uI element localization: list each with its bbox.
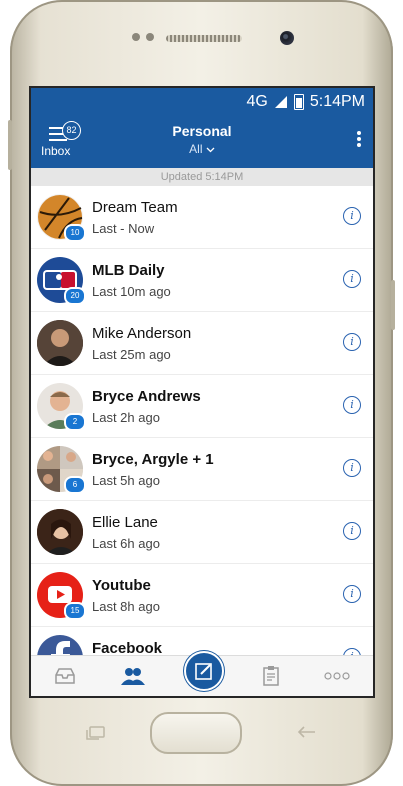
more-icon — [324, 672, 350, 680]
conversation-time: Last 2h ago — [92, 410, 160, 425]
conversation-time: Last 5h ago — [92, 473, 160, 488]
chevron-down-icon — [206, 147, 215, 153]
tab-tasks[interactable] — [251, 656, 291, 696]
inbox-icon — [55, 668, 75, 684]
contact-photo-avatar — [37, 509, 83, 555]
proximity-sensor — [132, 33, 140, 41]
facebook-logo-avatar — [37, 635, 83, 656]
conversation-name: Ellie Lane — [92, 514, 158, 531]
conversation-row-youtube[interactable]: 15 Youtube Last 8h ago i — [31, 564, 373, 627]
tab-inbox[interactable] — [45, 656, 85, 696]
conversation-time: Last 10m ago — [92, 284, 171, 299]
conversation-row-mike-anderson[interactable]: Mike Anderson Last 25m ago i — [31, 312, 373, 375]
unread-badge: 15 — [64, 602, 86, 620]
conversation-name: Mike Anderson — [92, 325, 192, 342]
clipboard-icon — [263, 666, 279, 686]
people-icon — [121, 668, 145, 685]
home-button[interactable] — [150, 712, 242, 754]
compose-button[interactable] — [184, 651, 224, 691]
info-icon[interactable]: i — [343, 522, 361, 540]
conversation-list: 10 Dream Team Last - Now i 20 MLB Daily … — [31, 186, 373, 656]
conversation-name: Bryce, Argyle + 1 — [92, 451, 214, 468]
conversation-row-bryce-andrews[interactable]: 2 Bryce Andrews Last 2h ago i — [31, 375, 373, 438]
conversation-time: Last - Now — [92, 221, 155, 236]
updated-banner: Updated 5:14PM — [31, 168, 373, 186]
network-label: 4G — [246, 93, 268, 110]
overflow-menu-icon[interactable] — [357, 131, 361, 149]
back-icon — [297, 726, 315, 738]
page-title: Personal — [172, 123, 232, 139]
recent-apps-icon — [86, 726, 105, 740]
conversation-name: Facebook — [92, 640, 163, 656]
conversation-name: Bryce Andrews — [92, 388, 201, 405]
header: 4G 5:14PM 82 Inbox Personal All — [31, 88, 373, 168]
conversation-time: Last 25m ago — [92, 347, 171, 362]
signal-icon — [274, 96, 287, 108]
app-screen: 4G 5:14PM 82 Inbox Personal All Updated … — [31, 88, 373, 696]
info-icon[interactable]: i — [343, 585, 361, 603]
conversation-row-dream-team[interactable]: 10 Dream Team Last - Now i — [31, 186, 373, 249]
conversation-time: Last 6h ago — [92, 536, 160, 551]
conversation-name: MLB Daily — [92, 262, 165, 279]
conversation-row-group[interactable]: 6 Bryce, Argyle + 1 Last 5h ago i — [31, 438, 373, 501]
earpiece-speaker — [166, 35, 242, 42]
info-icon[interactable]: i — [343, 333, 361, 351]
tab-people[interactable] — [113, 656, 153, 696]
compose-icon — [195, 663, 212, 680]
back-key[interactable] — [296, 724, 318, 745]
info-icon[interactable]: i — [343, 270, 361, 288]
unread-badge: 2 — [64, 413, 86, 431]
conversation-name: Youtube — [92, 577, 151, 594]
unread-badge: 10 — [64, 224, 86, 242]
info-icon[interactable]: i — [343, 396, 361, 414]
conversation-row-mlb-daily[interactable]: 20 MLB Daily Last 10m ago i — [31, 249, 373, 312]
filter-dropdown[interactable]: All — [31, 142, 373, 156]
status-time: 5:14PM — [309, 93, 365, 110]
status-bar: 4G 5:14PM — [247, 92, 365, 112]
info-icon[interactable]: i — [343, 459, 361, 477]
battery-icon — [293, 94, 304, 110]
bottom-tab-bar — [31, 651, 373, 696]
recent-apps-key[interactable] — [85, 724, 107, 745]
unread-badge: 6 — [64, 476, 86, 494]
conversation-time: Last 8h ago — [92, 599, 160, 614]
volume-button — [8, 120, 12, 170]
conversation-name: Dream Team — [92, 199, 178, 216]
info-icon[interactable]: i — [343, 207, 361, 225]
light-sensor — [146, 33, 154, 41]
front-camera — [280, 31, 294, 45]
tab-more[interactable] — [317, 656, 357, 696]
conversation-row-ellie-lane[interactable]: Ellie Lane Last 6h ago i — [31, 501, 373, 564]
contact-photo-avatar — [37, 320, 83, 366]
power-button — [391, 280, 395, 330]
unread-badge: 20 — [64, 287, 86, 305]
filter-label: All — [189, 142, 203, 156]
